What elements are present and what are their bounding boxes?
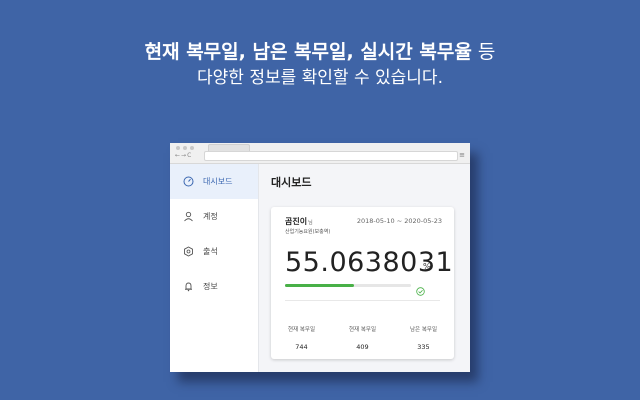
window-controls — [176, 146, 194, 150]
sidebar: 대시보드 계정 출석 정보 — [170, 164, 259, 372]
progress-bar-fill — [285, 284, 355, 287]
divider — [285, 300, 440, 301]
stat-current-days: 현재 복무일 744 — [271, 325, 332, 351]
user-icon — [183, 211, 194, 222]
user-name-text: 곰진이 — [285, 217, 308, 226]
hamburger-menu-icon[interactable]: ≡ — [459, 151, 465, 159]
browser-window: ←→C ≡ 대시보드 계정 출석 정보 대시보드 곰진이님 2018-05-10… — [170, 143, 470, 372]
progress-bar — [285, 284, 411, 287]
sidebar-item-label: 정보 — [203, 282, 218, 291]
stat-label: 남은 복무일 — [409, 327, 438, 333]
service-stats: 현재 복무일 744 현재 복무일 409 남은 복무일 335 — [271, 325, 454, 351]
badge-icon — [183, 246, 194, 257]
minimize-dot-icon[interactable] — [183, 146, 187, 150]
service-rate-unit: % — [423, 262, 431, 271]
main-content: 대시보드 곰진이님 2018-05-10 ~ 2020-05-23 산업기능요원… — [259, 164, 470, 372]
close-dot-icon[interactable] — [176, 146, 180, 150]
service-period: 2018-05-10 ~ 2020-05-23 — [356, 217, 442, 225]
dashboard-gauge-icon — [183, 176, 194, 187]
user-name: 곰진이님 — [285, 216, 313, 227]
page-title: 대시보드 — [271, 176, 312, 189]
sidebar-item-info[interactable]: 정보 — [170, 269, 258, 304]
stat-remaining-days: 남은 복무일 335 — [393, 325, 454, 351]
headline: 현재 복무일, 남은 복무일, 실시간 복무율 등 다양한 정보를 확인할 수 … — [0, 40, 640, 90]
bell-icon — [183, 281, 194, 292]
stat-label: 현재 복무일 — [287, 327, 316, 333]
sidebar-item-attendance[interactable]: 출석 — [170, 234, 258, 269]
browser-nav: ←→C — [175, 152, 192, 160]
stat-value: 335 — [417, 343, 430, 351]
check-circle-icon — [416, 281, 425, 296]
headline-line-2: 다양한 정보를 확인할 수 있습니다. — [197, 68, 443, 88]
maximize-dot-icon[interactable] — [190, 146, 194, 150]
user-name-suffix: 님 — [308, 220, 313, 226]
address-bar[interactable] — [204, 151, 458, 161]
stat-value: 409 — [356, 343, 369, 351]
sidebar-item-label: 출석 — [203, 247, 218, 256]
sidebar-item-label: 계정 — [203, 212, 218, 221]
stat-label: 현재 복무일 — [348, 327, 377, 333]
service-status-card: 곰진이님 2018-05-10 ~ 2020-05-23 산업기능요원(보충역)… — [271, 207, 454, 359]
headline-line-1: 현재 복무일, 남은 복무일, 실시간 복무율 등 — [0, 40, 640, 64]
browser-tab[interactable] — [208, 144, 250, 151]
service-type: 산업기능요원(보충역) — [285, 229, 331, 235]
sidebar-item-label: 대시보드 — [203, 177, 233, 186]
sidebar-item-account[interactable]: 계정 — [170, 199, 258, 234]
headline-suffix: 등 — [471, 41, 496, 63]
headline-emphasis: 현재 복무일, 남은 복무일, 실시간 복무율 — [144, 41, 472, 63]
browser-chrome: ←→C ≡ — [170, 143, 470, 164]
reload-icon[interactable]: C — [187, 152, 192, 159]
stat-value: 744 — [295, 343, 308, 351]
stat-current-days-2: 현재 복무일 409 — [332, 325, 393, 351]
sidebar-item-dashboard[interactable]: 대시보드 — [170, 164, 258, 199]
